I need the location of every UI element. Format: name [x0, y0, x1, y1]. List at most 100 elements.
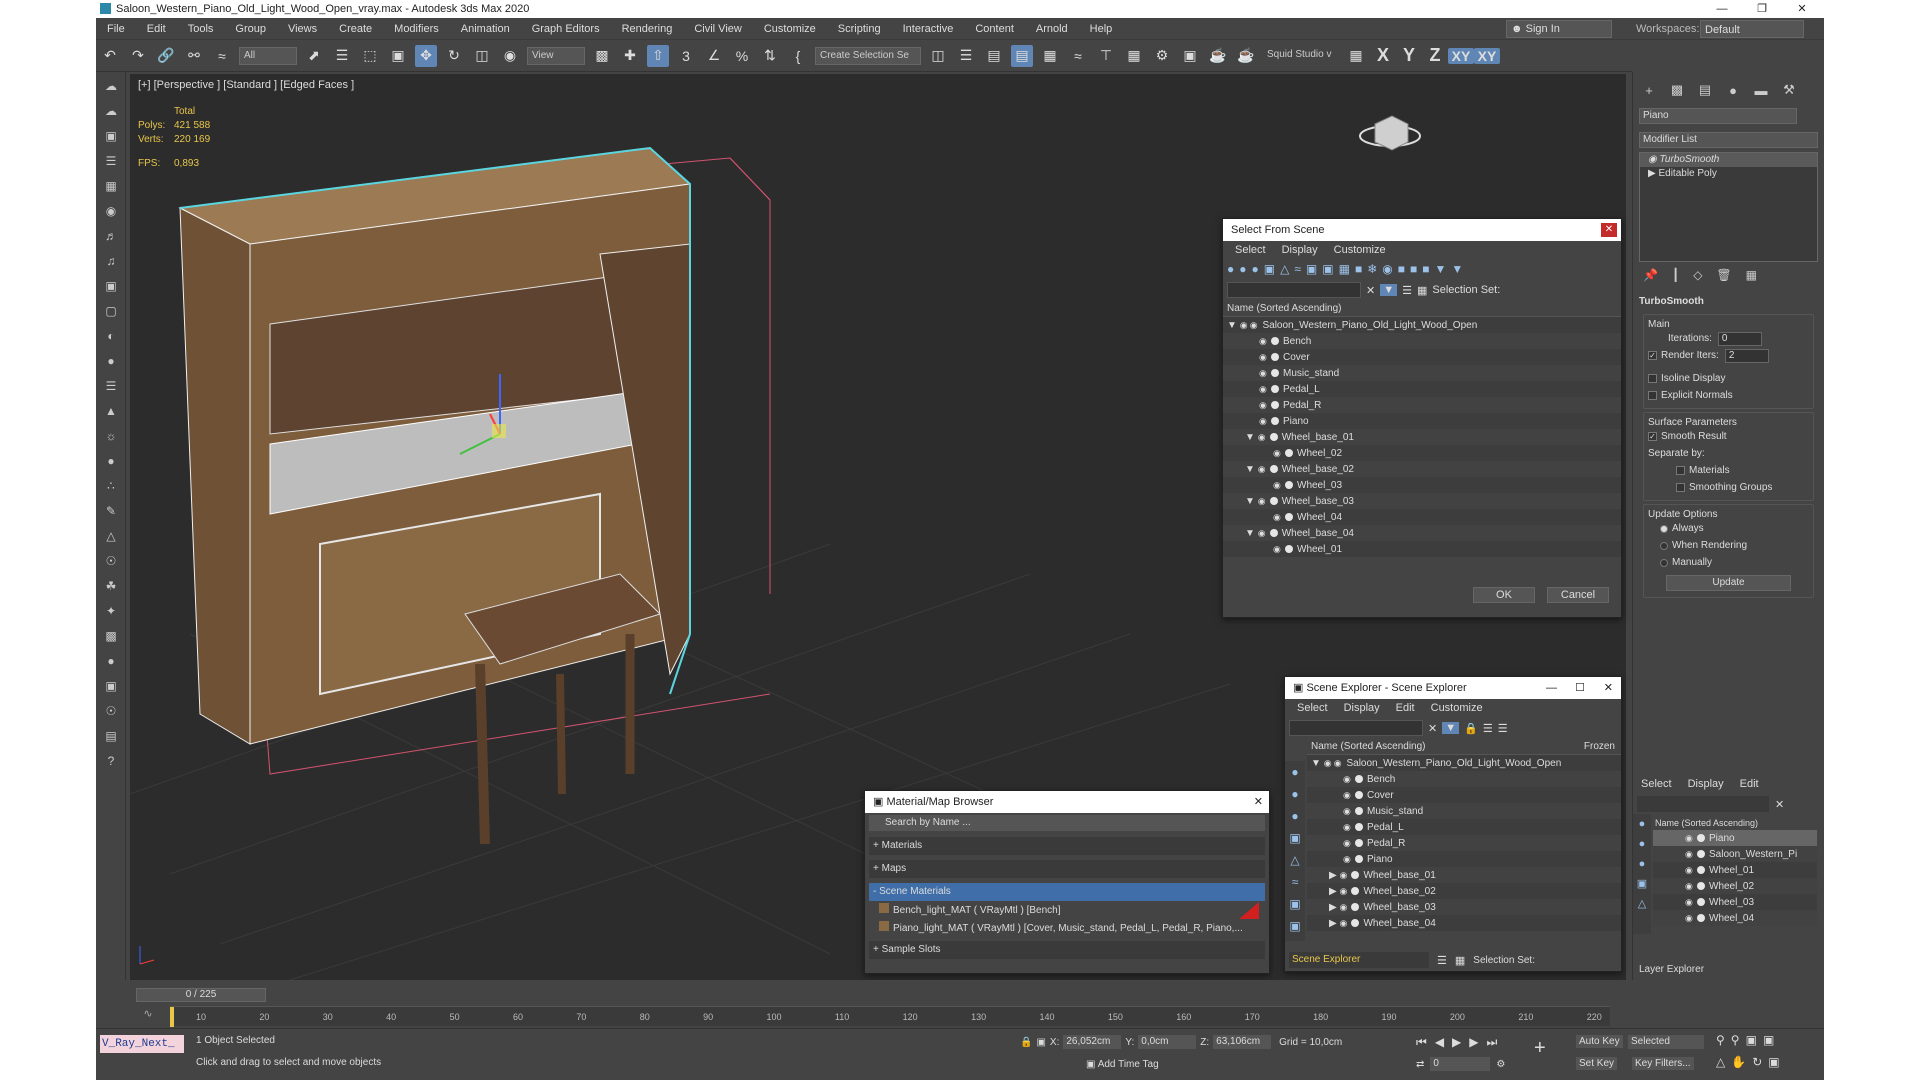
- filter-containers-icon[interactable]: ■: [1355, 262, 1362, 276]
- goto-end-icon[interactable]: ⏭: [1487, 1035, 1498, 1050]
- tree-item[interactable]: ◉ Bench: [1307, 771, 1621, 787]
- ribbon-icon[interactable]: ▦: [1039, 45, 1061, 67]
- tree-item[interactable]: ◉ Wheel_01: [1223, 541, 1621, 557]
- filter-funnel-icon[interactable]: ▼: [1435, 262, 1447, 276]
- axis-xy-button[interactable]: XY: [1448, 47, 1474, 64]
- configure-sets-icon[interactable]: ▦: [1746, 268, 1757, 282]
- eye-icon[interactable]: ◉: [1258, 525, 1268, 541]
- tree-root[interactable]: ▼ ◉ ◉ Saloon_Western_Piano_Old_Light_Wood…: [1223, 317, 1621, 333]
- mirror-icon[interactable]: ◫: [927, 45, 949, 67]
- eye-icon[interactable]: ◉: [1339, 899, 1349, 915]
- create-tab-icon[interactable]: +: [1637, 80, 1661, 100]
- ref-coord-dropdown[interactable]: View: [527, 46, 585, 65]
- viewport-label[interactable]: [+] [Perspective ] [Standard ] [Edged Fa…: [138, 79, 354, 91]
- tree-item[interactable]: ◉ Music_stand: [1307, 803, 1621, 819]
- next-frame-icon[interactable]: ▶: [1469, 1035, 1478, 1050]
- render-vray-icon[interactable]: ☕: [1235, 45, 1257, 67]
- absolute-mode-icon[interactable]: ▣: [1036, 1037, 1045, 1048]
- clear-search-icon[interactable]: ✕: [1366, 284, 1375, 297]
- tree-root[interactable]: ▼ ◉ ◉ Saloon_Western_Piano_Old_Light_Wood…: [1307, 755, 1621, 771]
- selection-lock-icon[interactable]: 🔒: [1020, 1037, 1032, 1048]
- tree-item[interactable]: ◉ Pedal_R: [1307, 835, 1621, 851]
- eye-icon[interactable]: ◉: [1240, 317, 1250, 333]
- menu-edit[interactable]: Edit: [1740, 778, 1759, 790]
- material-editor-icon[interactable]: ▦: [1123, 45, 1145, 67]
- z-coordinate-field[interactable]: 63,106cm: [1213, 1035, 1272, 1049]
- cancel-button[interactable]: Cancel: [1547, 587, 1609, 603]
- make-unique-icon[interactable]: ◇: [1693, 268, 1702, 282]
- eye-icon[interactable]: ◉: [1685, 846, 1695, 862]
- layer-item[interactable]: ◉ Wheel_04: [1653, 910, 1817, 926]
- texture-icon[interactable]: ▩: [99, 625, 123, 647]
- ok-button[interactable]: OK: [1473, 587, 1535, 603]
- y-coordinate-field[interactable]: 0,0cm: [1138, 1035, 1197, 1049]
- axis-y-button[interactable]: Y: [1396, 45, 1422, 66]
- axis-xy-cycle-button[interactable]: XY: [1474, 47, 1500, 64]
- search-input[interactable]: [1289, 720, 1423, 736]
- menu-select[interactable]: Select: [1289, 702, 1336, 714]
- materials-section[interactable]: + Materials: [869, 837, 1265, 855]
- when-rendering-radio[interactable]: [1660, 541, 1668, 550]
- filter-warps-icon[interactable]: ≈: [1285, 871, 1305, 893]
- object-name-field[interactable]: Piano: [1639, 108, 1797, 124]
- eye-icon[interactable]: ◉: [1324, 755, 1334, 771]
- collapse-icon[interactable]: ▼: [1245, 432, 1255, 443]
- filter-helpers-icon[interactable]: △: [1633, 894, 1651, 914]
- x-coordinate-field[interactable]: 26,052cm: [1063, 1035, 1122, 1049]
- move-icon[interactable]: ✥: [415, 44, 437, 67]
- link-icon[interactable]: 🔗: [155, 45, 177, 67]
- tree-item[interactable]: ◉ Music_stand: [1223, 365, 1621, 381]
- window-crossing-icon[interactable]: ▣: [387, 45, 409, 67]
- filter-cameras-icon[interactable]: ▣: [1633, 874, 1651, 894]
- menu-select[interactable]: Select: [1641, 778, 1672, 790]
- filter-none-icon[interactable]: ■: [1410, 262, 1417, 276]
- explicit-normals-checkbox[interactable]: [1648, 391, 1657, 400]
- filter-groups-icon[interactable]: ▣: [1285, 893, 1305, 915]
- sun-icon[interactable]: ☼: [99, 425, 123, 447]
- prev-frame-icon[interactable]: ◀: [1435, 1035, 1444, 1050]
- eye-icon[interactable]: ◉: [1334, 755, 1344, 771]
- cone-icon[interactable]: ▲: [99, 400, 123, 422]
- eye-icon[interactable]: ◉: [1259, 333, 1269, 349]
- key-mode-icon[interactable]: ⇄: [1416, 1059, 1424, 1070]
- eye-icon[interactable]: ◉: [1343, 803, 1353, 819]
- align-icon[interactable]: ☰: [955, 45, 977, 67]
- tree-item[interactable]: ◉ Piano: [1223, 413, 1621, 429]
- expand-icon[interactable]: ▶: [1329, 918, 1337, 929]
- tree-item[interactable]: ◉ Cover: [1223, 349, 1621, 365]
- eye-icon[interactable]: ◉: [1685, 910, 1695, 926]
- eye-icon[interactable]: ◉: [1259, 381, 1269, 397]
- filter-shapes-icon[interactable]: ●: [1285, 783, 1305, 805]
- eye-icon[interactable]: ◉: [1685, 830, 1695, 846]
- eye-icon[interactable]: ◉: [1259, 397, 1269, 413]
- clear-search-icon[interactable]: ✕: [1775, 798, 1784, 811]
- eye-icon[interactable]: ◉: [1258, 493, 1268, 509]
- eye-icon[interactable]: ◉: [1259, 365, 1269, 381]
- set-key-button[interactable]: Set Key: [1576, 1057, 1618, 1070]
- eye-icon[interactable]: ◉: [1339, 867, 1349, 883]
- modifier-turbosmooth[interactable]: ◉ TurboSmooth: [1640, 153, 1817, 167]
- curve-editor-toggle-icon[interactable]: ∿: [138, 1007, 158, 1025]
- eye-icon[interactable]: ◉: [1685, 894, 1695, 910]
- funnel-icon[interactable]: ▼: [1442, 722, 1460, 734]
- layer-item[interactable]: ◉ Saloon_Western_Pi: [1653, 846, 1817, 862]
- select-by-name-icon[interactable]: ☰: [331, 45, 353, 67]
- filter-invert-icon[interactable]: ■: [1422, 262, 1429, 276]
- column-header[interactable]: Name (Sorted Ascending): [1653, 816, 1817, 830]
- percent-snap-icon[interactable]: %: [731, 45, 753, 67]
- selection-set-icon[interactable]: ▦: [1455, 954, 1465, 967]
- close-icon[interactable]: ✕: [1782, 0, 1822, 18]
- goto-start-icon[interactable]: ⏮: [1416, 1035, 1427, 1050]
- render-iters-checkbox[interactable]: ✓: [1648, 351, 1657, 360]
- eye-icon[interactable]: ◉: [1273, 541, 1283, 557]
- spinner-snap-icon[interactable]: ⇅: [759, 45, 781, 67]
- copy-icon[interactable]: ▤: [99, 725, 123, 747]
- menu-arnold[interactable]: Arnold: [1025, 23, 1079, 35]
- iterations-spinner[interactable]: 0: [1717, 331, 1762, 346]
- collapse-icon[interactable]: ▼: [1227, 320, 1237, 331]
- expand-icon[interactable]: ▶: [1329, 902, 1337, 913]
- sphere-blue-icon[interactable]: ●: [99, 650, 123, 672]
- motion-tab-icon[interactable]: ●: [1721, 80, 1745, 100]
- search-by-name-input[interactable]: Search by Name ...: [869, 815, 1265, 831]
- menu-display[interactable]: Display: [1336, 702, 1388, 714]
